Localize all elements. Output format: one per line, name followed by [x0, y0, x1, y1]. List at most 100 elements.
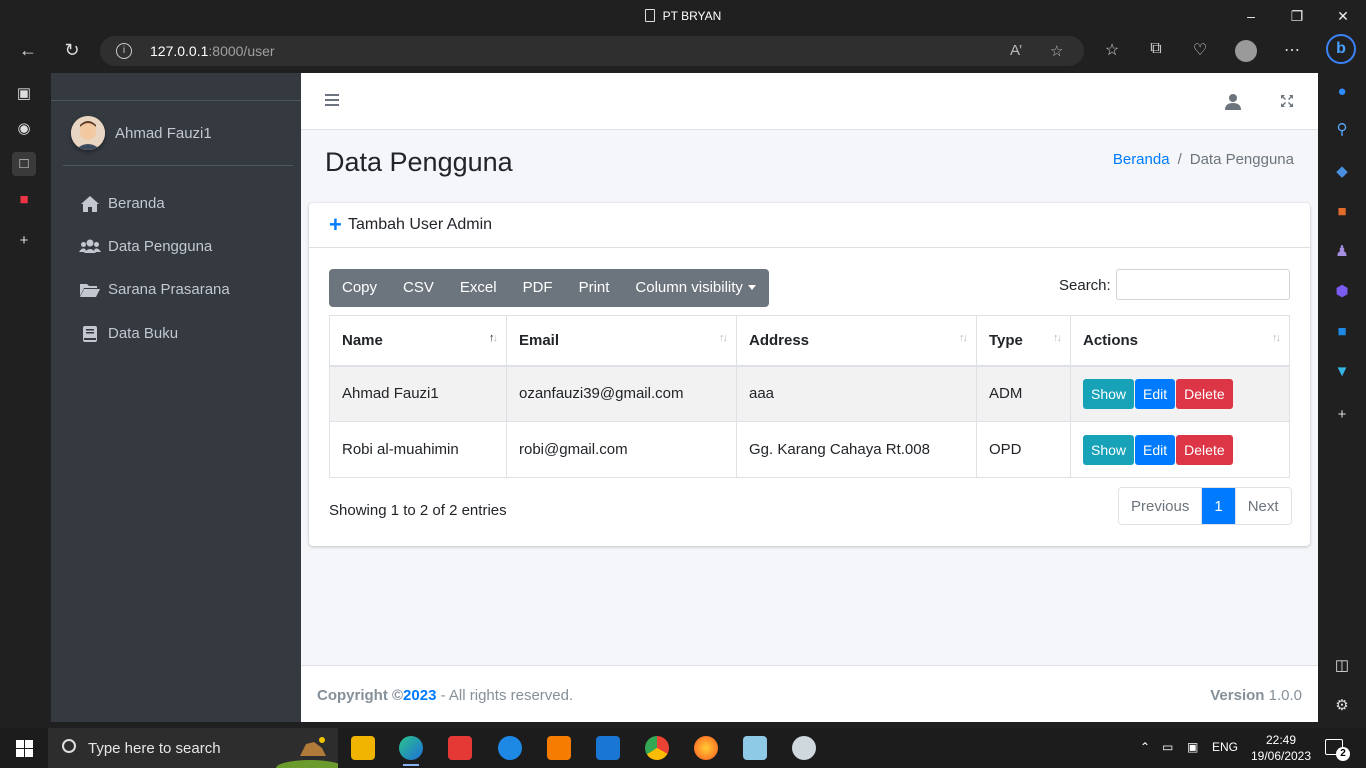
notification-center-icon[interactable]: 2: [1325, 739, 1350, 761]
edit-button[interactable]: Edit: [1135, 378, 1176, 409]
document-tab-icon[interactable]: □: [12, 152, 36, 176]
sidebar-item-beranda[interactable]: Beranda: [71, 193, 291, 227]
edit-button[interactable]: Edit: [1135, 434, 1176, 465]
battery-icon[interactable]: ▭: [1162, 740, 1173, 754]
user-panel[interactable]: Ahmad Fauzi1: [63, 108, 293, 166]
window-title-text: PT BRYAN: [662, 9, 722, 23]
pdf-button[interactable]: PDF: [510, 269, 566, 307]
add-sidebar-app-icon[interactable]: +: [1332, 405, 1352, 425]
windows-start-icon[interactable]: [16, 740, 33, 757]
paint-icon[interactable]: [792, 736, 816, 760]
search-input[interactable]: [1116, 269, 1290, 300]
csv-button[interactable]: CSV: [390, 269, 447, 307]
profile-avatar[interactable]: [1235, 40, 1257, 62]
show-hidden-icons-icon[interactable]: ⌃: [1140, 740, 1150, 754]
firefox-icon[interactable]: [694, 736, 718, 760]
web-page: Ahmad Fauzi1 Beranda Data Pengguna Saran…: [51, 73, 1318, 722]
delete-button[interactable]: Delete: [1176, 378, 1233, 409]
github-icon[interactable]: ◉: [12, 117, 36, 141]
taskbar-search[interactable]: Type here to search: [48, 728, 338, 768]
folder-open-icon: [80, 284, 100, 297]
fullscreen-icon[interactable]: [1280, 94, 1294, 108]
brand-area: [51, 73, 301, 101]
column-header-email[interactable]: Email ↑↓: [506, 315, 737, 367]
print-button[interactable]: Print: [566, 269, 623, 307]
sidebar-item-label: Beranda: [108, 195, 165, 212]
minimize-button[interactable]: –: [1241, 8, 1261, 24]
xampp-icon[interactable]: [547, 736, 571, 760]
new-tab-icon[interactable]: +: [12, 229, 36, 253]
restore-button[interactable]: ❐: [1287, 8, 1307, 25]
anydesk-icon[interactable]: [448, 736, 472, 760]
notification-badge: 2: [1336, 747, 1350, 761]
page-1-button[interactable]: 1: [1201, 488, 1235, 524]
user-icon[interactable]: [1225, 93, 1241, 110]
vscode-icon[interactable]: [596, 736, 620, 760]
language-indicator[interactable]: ENG: [1212, 740, 1238, 754]
column-visibility-button[interactable]: Column visibility: [622, 269, 769, 307]
add-user-admin-link[interactable]: Tambah User Admin: [348, 216, 492, 234]
content-wrapper: Data Pengguna Beranda / Data Pengguna + Ta…: [301, 73, 1318, 722]
more-menu-icon[interactable]: ⋯: [1281, 40, 1303, 60]
chrome-icon[interactable]: [645, 736, 669, 760]
column-header-address[interactable]: Address ↑↓: [736, 315, 977, 367]
column-header-type[interactable]: Type ↑↓: [976, 315, 1071, 367]
split-screen-icon[interactable]: ◫: [1332, 656, 1352, 676]
search-highlight-icon: [276, 737, 338, 768]
notepad-icon[interactable]: [743, 736, 767, 760]
copyright-suffix: - All rights reserved.: [436, 687, 574, 704]
copyright-year-link[interactable]: 2023: [403, 687, 436, 704]
address-bar[interactable]: i 127.0.0.1:8000/user A’ ☆: [100, 36, 1084, 66]
sidebar-item-data-pengguna[interactable]: Data Pengguna: [71, 236, 291, 270]
tag-icon[interactable]: ◆: [1332, 162, 1352, 182]
sidebar-item-data-buku[interactable]: Data Buku: [71, 323, 291, 357]
column-header-actions[interactable]: Actions ↑↓: [1070, 315, 1290, 367]
safari-icon[interactable]: [498, 736, 522, 760]
close-window-button[interactable]: ✕: [1333, 8, 1353, 25]
cell-email: ozanfauzi39@gmail.com: [506, 365, 737, 422]
show-button[interactable]: Show: [1083, 434, 1135, 465]
tab-actions-icon[interactable]: ▣: [12, 82, 36, 106]
menu-toggle-icon[interactable]: [325, 94, 339, 109]
breadcrumb-link-beranda[interactable]: Beranda: [1113, 151, 1170, 168]
search-icon[interactable]: ⚲: [1332, 120, 1352, 140]
network-icon[interactable]: ▣: [1187, 740, 1198, 754]
delete-button[interactable]: Delete: [1176, 434, 1233, 465]
sort-icon: ↑↓: [719, 332, 728, 344]
back-icon[interactable]: ←: [16, 40, 40, 61]
column-header-name[interactable]: Name ↑↓: [329, 315, 507, 367]
column-label: Address: [749, 331, 810, 349]
excel-button[interactable]: Excel: [447, 269, 510, 307]
favorites-icon[interactable]: ☆: [1101, 40, 1123, 60]
outlook-icon[interactable]: ■: [1332, 322, 1352, 342]
edge-taskbar-icon[interactable]: [399, 736, 423, 766]
copy-button[interactable]: Copy: [329, 269, 390, 307]
bing-icon[interactable]: b: [1326, 34, 1356, 64]
sidebar-item-label: Data Buku: [108, 325, 179, 342]
show-button[interactable]: Show: [1083, 378, 1135, 409]
drop-icon[interactable]: ▼: [1332, 362, 1352, 382]
favorite-star-icon[interactable]: ☆: [1050, 42, 1063, 60]
microsoft365-icon[interactable]: ⬢: [1332, 282, 1352, 302]
collections-icon[interactable]: ⧉: [1145, 40, 1167, 58]
plus-icon[interactable]: +: [329, 214, 342, 236]
previous-page-button[interactable]: Previous: [1119, 488, 1202, 524]
taskbar-clock[interactable]: 22:49 19/06/2023: [1250, 732, 1312, 764]
toolbox-icon[interactable]: ■: [1332, 202, 1352, 222]
settings-gear-icon[interactable]: ⚙: [1332, 696, 1352, 716]
refresh-icon[interactable]: ↻: [60, 40, 84, 61]
avatar[interactable]: [71, 116, 105, 150]
page-footer: Copyright ©2023 - All rights reserved. V…: [301, 665, 1318, 722]
health-icon[interactable]: ♡: [1189, 40, 1211, 60]
games-icon[interactable]: ♟: [1332, 242, 1352, 262]
search-label: Search:: [1059, 277, 1111, 294]
pdf-tab-icon[interactable]: ■: [12, 188, 36, 212]
url-text[interactable]: 127.0.0.1:8000/user: [150, 43, 275, 59]
user-name[interactable]: Ahmad Fauzi1: [115, 125, 212, 142]
read-aloud-icon[interactable]: A’: [1010, 42, 1022, 59]
next-page-button[interactable]: Next: [1234, 488, 1291, 524]
site-info-icon[interactable]: i: [116, 43, 132, 59]
bell-icon[interactable]: ●: [1332, 82, 1352, 102]
file-explorer-icon[interactable]: [351, 736, 375, 760]
sidebar-item-sarana-prasarana[interactable]: Sarana Prasarana: [71, 279, 291, 313]
